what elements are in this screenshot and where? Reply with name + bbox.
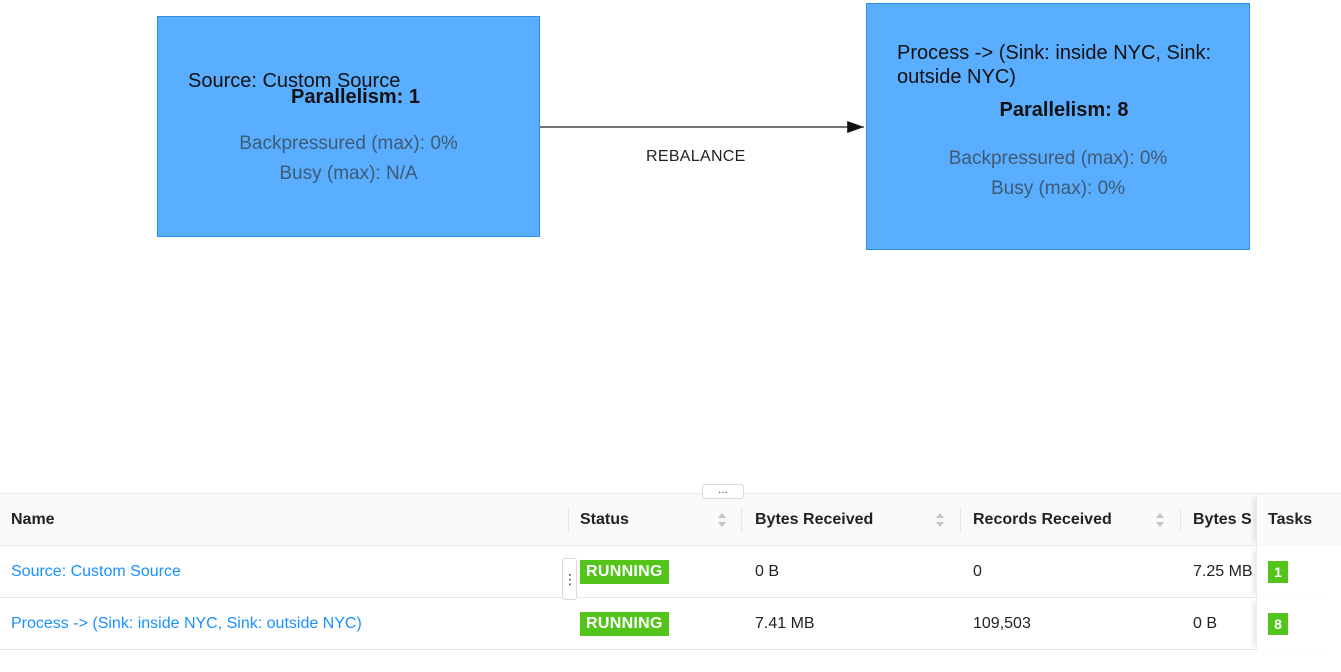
vertex-name-link[interactable]: Process -> (Sink: inside NYC, Sink: outs… [11,598,561,650]
bytes-sent-cell: 0 B [1193,615,1218,632]
node-busy: Busy (max): N/A [279,163,418,184]
graph-node-source[interactable]: Source: Custom Source Parallelism: 1 Bac… [157,16,540,237]
column-header-bytes-sent[interactable]: Bytes S [1193,494,1254,546]
node-busy: Busy (max): 0% [990,178,1126,199]
node-metrics: Backpressured (max): 0% Busy (max): N/A [158,129,539,189]
column-header-bytes-received[interactable]: Bytes Received [755,494,945,546]
column-header-tasks: Tasks [1256,494,1341,546]
column-header-name: Name [11,511,55,528]
node-parallelism: Parallelism: 8 [999,99,1129,121]
bytes-sent-cell: 7.25 MB [1193,563,1253,580]
status-cell: RUNNING [580,598,730,650]
bytes-received-cell: 0 B [755,563,780,580]
column-divider [568,508,569,532]
graph-node-process[interactable]: Process -> (Sink: inside NYC, Sink: outs… [866,3,1250,250]
node-title: Process -> (Sink: inside NYC, Sink: outs… [897,42,1211,88]
table-row[interactable]: Process -> (Sink: inside NYC, Sink: outs… [0,598,1341,650]
sort-icon[interactable] [935,511,945,529]
table-header-row: Name Status Bytes Received Records Recei… [0,494,1341,546]
vertex-table: Name Status Bytes Received Records Recei… [0,493,1341,672]
node-parallelism: Parallelism: 1 [291,86,420,108]
sort-icon[interactable] [717,511,727,529]
column-divider [1180,508,1181,532]
panel-resize-handle[interactable]: ... [702,483,744,499]
tasks-cell: 1 [1256,546,1341,598]
task-count-badge: 1 [1268,561,1288,583]
table-row[interactable]: Source: Custom Source RUNNING 0 B 0 7.25… [0,546,1341,598]
sort-icon[interactable] [1155,511,1165,529]
column-header-records-received[interactable]: Records Received [973,494,1163,546]
job-overview-page: REBALANCE Source: Custom Source Parallel… [0,0,1341,672]
status-cell: RUNNING [580,546,730,598]
column-divider [960,508,961,532]
column-resize-handle[interactable]: ⋮ [562,558,577,600]
records-received-cell: 109,503 [973,615,1031,632]
node-backpressured: Backpressured (max): 0% [948,148,1168,169]
edge-label: REBALANCE [646,148,746,165]
bytes-received-cell: 7.41 MB [755,615,815,632]
status-badge: RUNNING [580,560,669,584]
records-received-cell: 0 [973,563,982,580]
column-header-status[interactable]: Status [580,494,730,546]
tasks-cell: 8 [1256,598,1341,650]
vertex-name-link[interactable]: Source: Custom Source [11,546,561,598]
task-count-badge: 8 [1268,613,1288,635]
column-divider [741,508,742,532]
node-metrics: Backpressured (max): 0% Busy (max): 0% [867,144,1249,204]
status-badge: RUNNING [580,612,669,636]
node-backpressured: Backpressured (max): 0% [239,133,458,154]
